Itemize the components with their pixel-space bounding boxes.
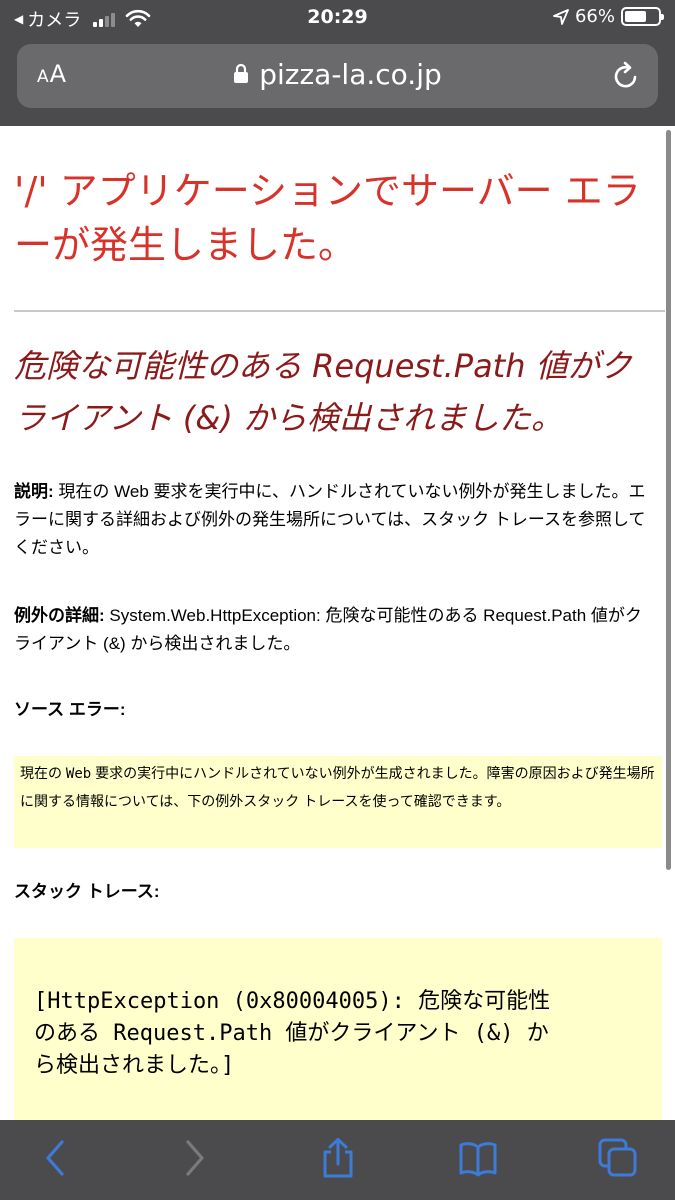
back-icon[interactable] (36, 1138, 76, 1178)
url-display[interactable]: pizza-la.co.jp (17, 58, 658, 91)
source-error-box: 現在の Web 要求の実行中にハンドルされていない例外が生成されました。障害の原… (14, 756, 662, 848)
battery-percent: 66% (574, 6, 615, 27)
address-bar[interactable]: AA pizza-la.co.jp (17, 44, 658, 108)
exception-label: 例外の詳細: (14, 606, 105, 625)
browser-bottom-toolbar (0, 1120, 675, 1200)
description-paragraph: 説明: 現在の Web 要求を実行中に、ハンドルされていない例外が発生しました。… (14, 478, 654, 562)
lock-icon (234, 63, 249, 83)
source-error-label: ソース エラー: (14, 700, 126, 719)
reload-icon[interactable] (610, 60, 642, 92)
exception-details-paragraph: 例外の詳細: System.Web.HttpException: 危険な可能性の… (14, 602, 654, 658)
scrollbar[interactable] (666, 130, 671, 870)
url-text: pizza-la.co.jp (259, 58, 442, 91)
exception-text: System.Web.HttpException: 危険な可能性のある Requ… (14, 606, 642, 653)
source-box-text-2: 要求の実行中にハンドルされていない例外が生成されました。障害の原因および発生場所… (20, 765, 655, 809)
stack-trace-box: [HttpException (0x80004005): 危険な可能性のある R… (14, 938, 662, 1120)
battery-level (625, 11, 647, 22)
location-icon (553, 8, 569, 25)
description-text: 現在の Web 要求を実行中に、ハンドルされていない例外が発生しました。エラーに… (14, 482, 646, 557)
page-title: '/' アプリケーションでサーバー エラーが発生しました。 (14, 169, 641, 267)
battery-icon (621, 7, 664, 26)
share-icon[interactable] (318, 1138, 358, 1178)
web-content: '/' アプリケーションでサーバー エラーが発生しました。 危険な可能性のある … (0, 126, 665, 1120)
stack-trace-text: [HttpException (0x80004005): 危険な可能性のある R… (34, 989, 551, 1078)
error-subtitle: 危険な可能性のある Request.Path 値がクライアント (&) から検出… (14, 347, 632, 437)
description-label: 説明: (14, 482, 54, 501)
bookmarks-icon[interactable] (458, 1138, 498, 1178)
forward-icon[interactable] (174, 1138, 214, 1178)
title-divider (14, 310, 665, 312)
status-right: 66% (553, 6, 664, 27)
tabs-icon[interactable] (598, 1138, 638, 1178)
browser-top-bar: AA pizza-la.co.jp (0, 34, 675, 126)
stack-trace-label: スタック トレース: (14, 882, 160, 901)
source-box-text-1: 現在の (20, 765, 66, 781)
source-box-mono: Web (65, 766, 92, 782)
status-bar: ◀ カメラ 20:29 66% (0, 0, 675, 34)
